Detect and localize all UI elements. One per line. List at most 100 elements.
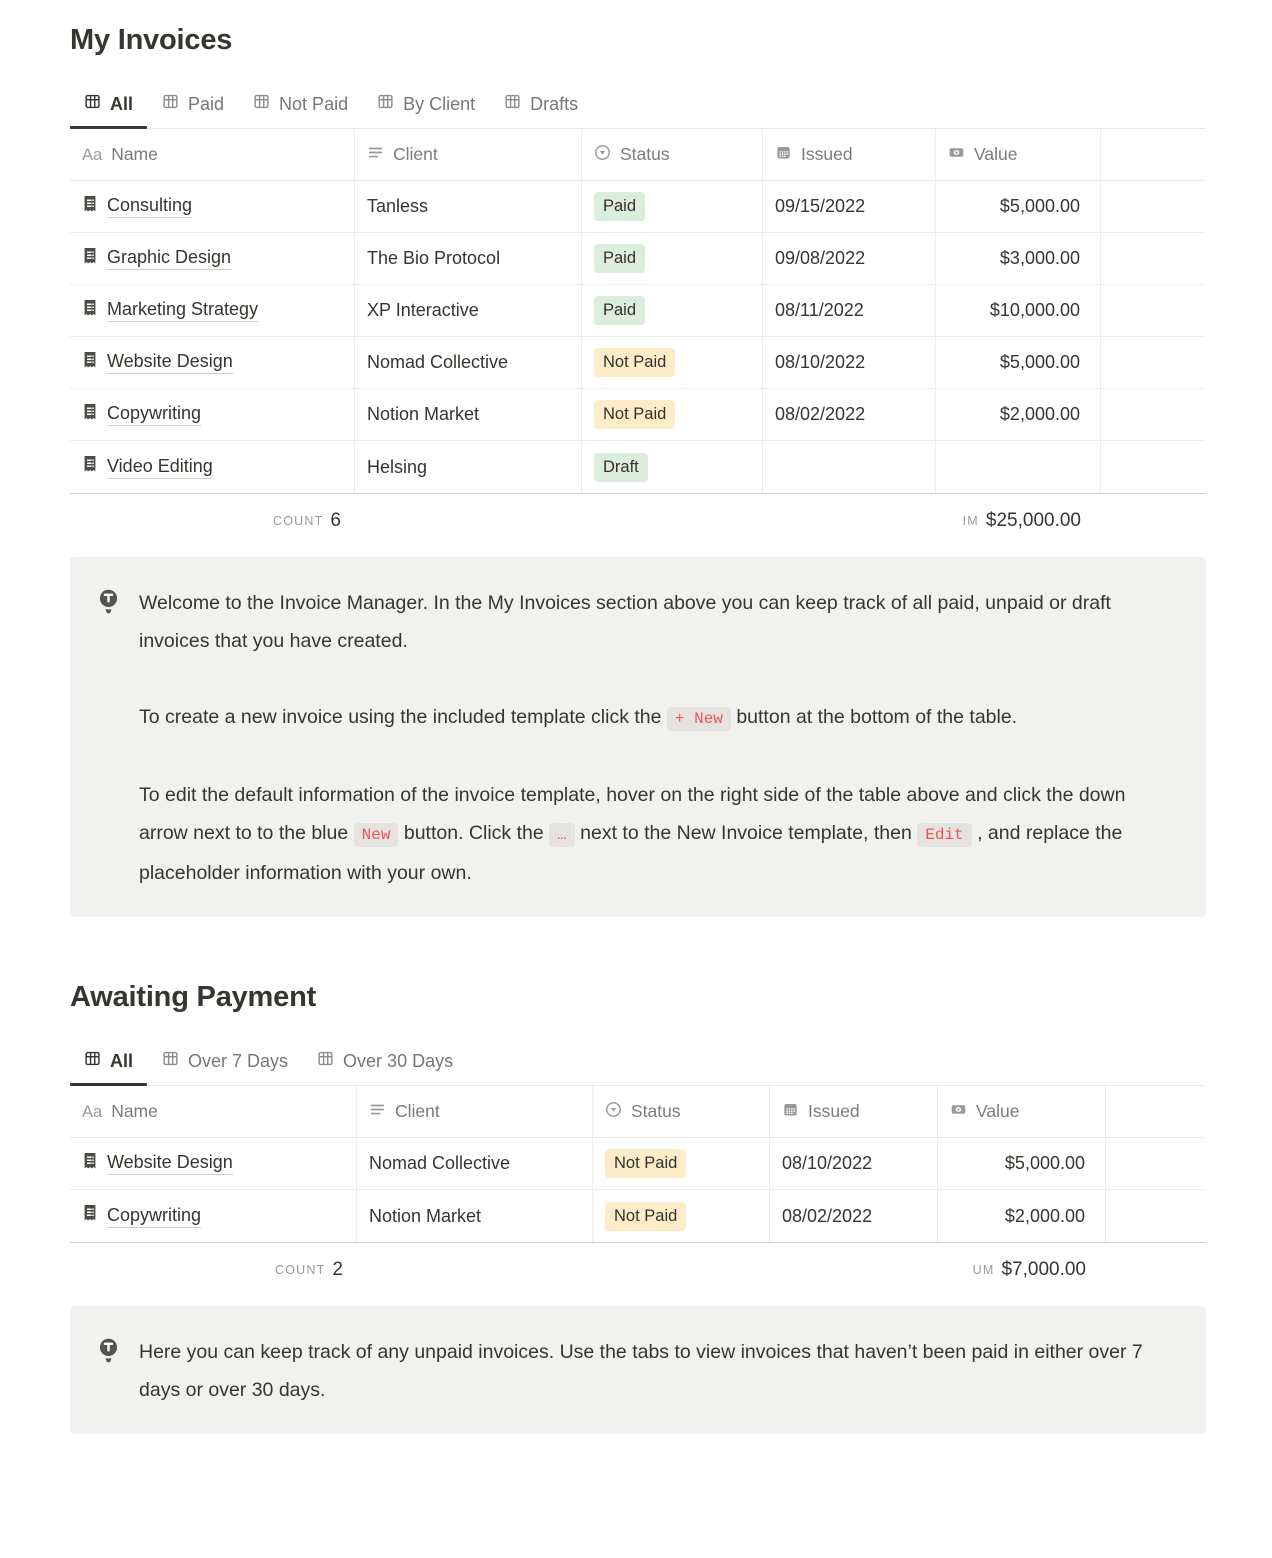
cell-client[interactable]: Helsing (355, 441, 582, 493)
cell-issued[interactable]: 09/08/2022 (763, 233, 936, 285)
cell-status[interactable]: Paid (582, 181, 763, 233)
column-header-status[interactable]: Status (582, 129, 763, 181)
cell-status[interactable]: Paid (582, 285, 763, 337)
cell-name[interactable]: Website Design (70, 1138, 357, 1190)
cell-client[interactable]: Nomad Collective (355, 337, 582, 389)
tab-label: Over 30 Days (343, 1051, 453, 1072)
cell-value[interactable]: $3,000.00 (936, 233, 1101, 285)
column-header-name[interactable]: AaName (70, 129, 355, 181)
count-value: 6 (330, 510, 341, 532)
table-footer-row: count6 im$25,000.00 (70, 493, 1206, 548)
tab-by-client[interactable]: By Client (363, 82, 489, 128)
select-icon (605, 1101, 622, 1123)
count-aggregate[interactable]: count6 (70, 494, 355, 548)
cell-client[interactable]: The Bio Protocol (355, 233, 582, 285)
cell-value[interactable] (936, 441, 1101, 493)
sum-aggregate[interactable]: um$7,000.00 (938, 1243, 1106, 1297)
cell-value[interactable]: $10,000.00 (936, 285, 1101, 337)
tab-drafts[interactable]: Drafts (490, 82, 592, 128)
status-badge: Paid (594, 192, 645, 221)
status-badge: Paid (594, 296, 645, 325)
column-header-extra (1106, 1086, 1206, 1138)
cell-name[interactable]: Copywriting (70, 1190, 357, 1242)
column-header-issued[interactable]: Issued (763, 129, 936, 181)
status-badge: Not Paid (594, 400, 675, 429)
tab-all[interactable]: All (70, 82, 147, 128)
sum-aggregate[interactable]: im$25,000.00 (936, 494, 1101, 548)
column-header-status[interactable]: Status (593, 1086, 770, 1138)
table-view-icon (317, 1050, 334, 1072)
invoice-page-link[interactable]: Consulting (107, 195, 192, 218)
invoice-page-link[interactable]: Marketing Strategy (107, 299, 258, 322)
receipt-icon (82, 1204, 98, 1228)
cell-value[interactable]: $2,000.00 (938, 1190, 1106, 1242)
cell-issued[interactable]: 08/10/2022 (770, 1138, 938, 1190)
callout-paragraph: To edit the default information of the i… (139, 776, 1170, 892)
status-badge: Not Paid (605, 1149, 686, 1178)
status-badge: Draft (594, 453, 648, 482)
money-icon (948, 144, 965, 166)
column-header-value[interactable]: Value (938, 1086, 1106, 1138)
cell-client[interactable]: XP Interactive (355, 285, 582, 337)
tab-over-7-days[interactable]: Over 7 Days (148, 1039, 302, 1085)
column-header-name[interactable]: AaName (70, 1086, 357, 1138)
cell-value[interactable]: $5,000.00 (936, 181, 1101, 233)
count-aggregate[interactable]: count2 (70, 1243, 357, 1297)
tab-label: Not Paid (279, 94, 348, 115)
column-header-issued[interactable]: Issued (770, 1086, 938, 1138)
column-header-value[interactable]: Value (936, 129, 1101, 181)
tab-all[interactable]: All (70, 1039, 147, 1085)
invoice-page-link[interactable]: Video Editing (107, 456, 213, 479)
cell-issued[interactable]: 08/10/2022 (763, 337, 936, 389)
cell-value[interactable]: $2,000.00 (936, 389, 1101, 441)
invoice-page-link[interactable]: Graphic Design (107, 247, 231, 270)
callout-paragraph: Here you can keep track of any unpaid in… (139, 1333, 1170, 1409)
cell-status[interactable]: Not Paid (582, 389, 763, 441)
cell-name[interactable]: Consulting (70, 181, 355, 233)
callout-text-run: button. Click the (398, 822, 549, 844)
cell-value[interactable]: $5,000.00 (936, 337, 1101, 389)
receipt-icon (82, 299, 98, 323)
cell-value[interactable]: $5,000.00 (938, 1138, 1106, 1190)
cell-name[interactable]: Website Design (70, 337, 355, 389)
cell-name[interactable]: Graphic Design (70, 233, 355, 285)
cell-extra (1101, 441, 1206, 493)
invoice-page-link[interactable]: Copywriting (107, 403, 201, 426)
cell-extra (1101, 233, 1206, 285)
cell-client[interactable]: Nomad Collective (357, 1138, 593, 1190)
cell-status[interactable]: Not Paid (593, 1138, 770, 1190)
text-lines-icon (369, 1101, 386, 1123)
section-awaiting-payment: Awaiting PaymentAllOver 7 DaysOver 30 Da… (70, 979, 1206, 1434)
status-badge: Not Paid (605, 1202, 686, 1231)
cell-name[interactable]: Video Editing (70, 441, 355, 493)
cell-status[interactable]: Not Paid (593, 1190, 770, 1242)
cell-issued[interactable] (763, 441, 936, 493)
table-view-icon (377, 93, 394, 115)
invoice-page-link[interactable]: Copywriting (107, 1205, 201, 1228)
tab-over-30-days[interactable]: Over 30 Days (303, 1039, 467, 1085)
cell-name[interactable]: Copywriting (70, 389, 355, 441)
table-row: Website Design Nomad CollectiveNot Paid08… (70, 337, 1206, 389)
invoice-page-link[interactable]: Website Design (107, 1152, 233, 1175)
receipt-icon (82, 403, 98, 427)
cell-client[interactable]: Notion Market (357, 1190, 593, 1242)
cell-name[interactable]: Marketing Strategy (70, 285, 355, 337)
section-my-invoices: My InvoicesAllPaidNot PaidBy ClientDraft… (70, 22, 1206, 917)
tab-paid[interactable]: Paid (148, 82, 238, 128)
cell-issued[interactable]: 09/15/2022 (763, 181, 936, 233)
cell-client[interactable]: Notion Market (355, 389, 582, 441)
cell-issued[interactable]: 08/02/2022 (763, 389, 936, 441)
invoice-page-link[interactable]: Website Design (107, 351, 233, 374)
sum-label: im (963, 514, 979, 528)
tab-label: Drafts (530, 94, 578, 115)
cell-client[interactable]: Tanless (355, 181, 582, 233)
cell-issued[interactable]: 08/11/2022 (763, 285, 936, 337)
column-header-client[interactable]: Client (355, 129, 582, 181)
table-row: Website Design Nomad Collective Not Paid 08… (70, 1138, 1206, 1190)
tab-not-paid[interactable]: Not Paid (239, 82, 362, 128)
cell-status[interactable]: Draft (582, 441, 763, 493)
cell-issued[interactable]: 08/02/2022 (770, 1190, 938, 1242)
cell-status[interactable]: Not Paid (582, 337, 763, 389)
column-header-client[interactable]: Client (357, 1086, 593, 1138)
cell-status[interactable]: Paid (582, 233, 763, 285)
